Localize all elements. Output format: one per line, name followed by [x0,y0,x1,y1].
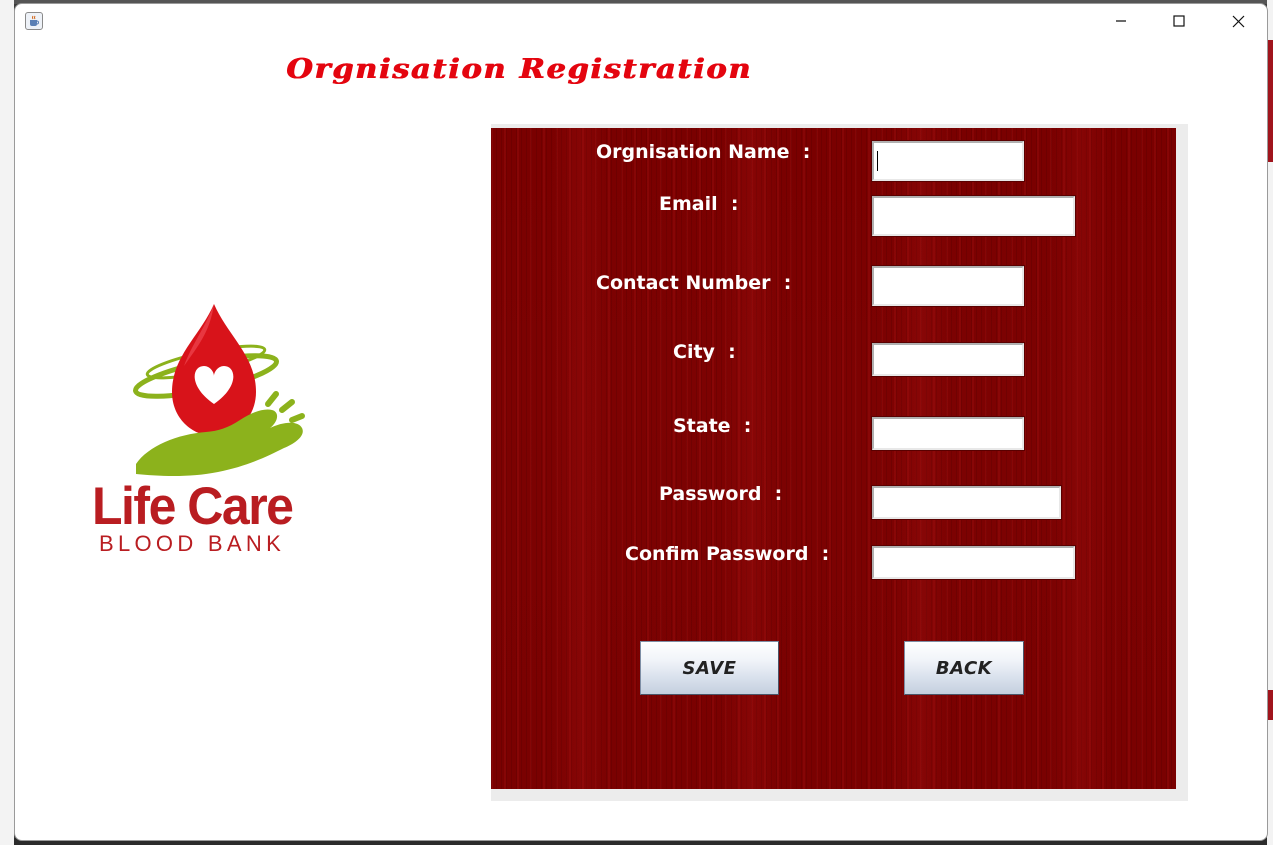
minimize-button[interactable] [1092,4,1150,38]
city-label: City : [673,341,736,363]
confirm-password-label: Confim Password : [625,543,830,565]
password-label: Password : [659,483,783,505]
state-label: State : [673,415,752,437]
contact-number-label: Contact Number : [596,272,792,294]
contact-number-field[interactable] [871,265,1025,307]
maximize-icon [1173,15,1185,27]
registration-form: Orgnisation Name : Email : Contact Numbe… [491,128,1176,789]
text-caret [877,151,878,171]
logo-title: Life Care [92,476,294,536]
java-cup-icon[interactable] [25,12,43,30]
background-window-strip [0,0,14,845]
email-label: Email : [659,193,739,215]
org-name-label: Orgnisation Name : [596,141,811,163]
blood-drop-hand-icon [133,304,305,476]
password-field[interactable] [871,485,1062,520]
title-bar[interactable] [15,4,1267,38]
maximize-button[interactable] [1150,4,1208,38]
logo-subtitle: BLOOD BANK [99,531,286,556]
email-field[interactable] [871,195,1076,237]
confirm-password-field[interactable] [871,545,1076,580]
close-button[interactable] [1209,4,1267,38]
city-field[interactable] [871,342,1025,377]
org-name-field[interactable] [871,140,1025,182]
minimize-icon [1116,20,1126,22]
state-field[interactable] [871,416,1025,451]
back-button[interactable]: BACK [904,641,1024,695]
page-title: Orgnisation Registration [286,54,752,85]
close-icon [1232,15,1244,27]
save-button[interactable]: SAVE [640,641,779,695]
